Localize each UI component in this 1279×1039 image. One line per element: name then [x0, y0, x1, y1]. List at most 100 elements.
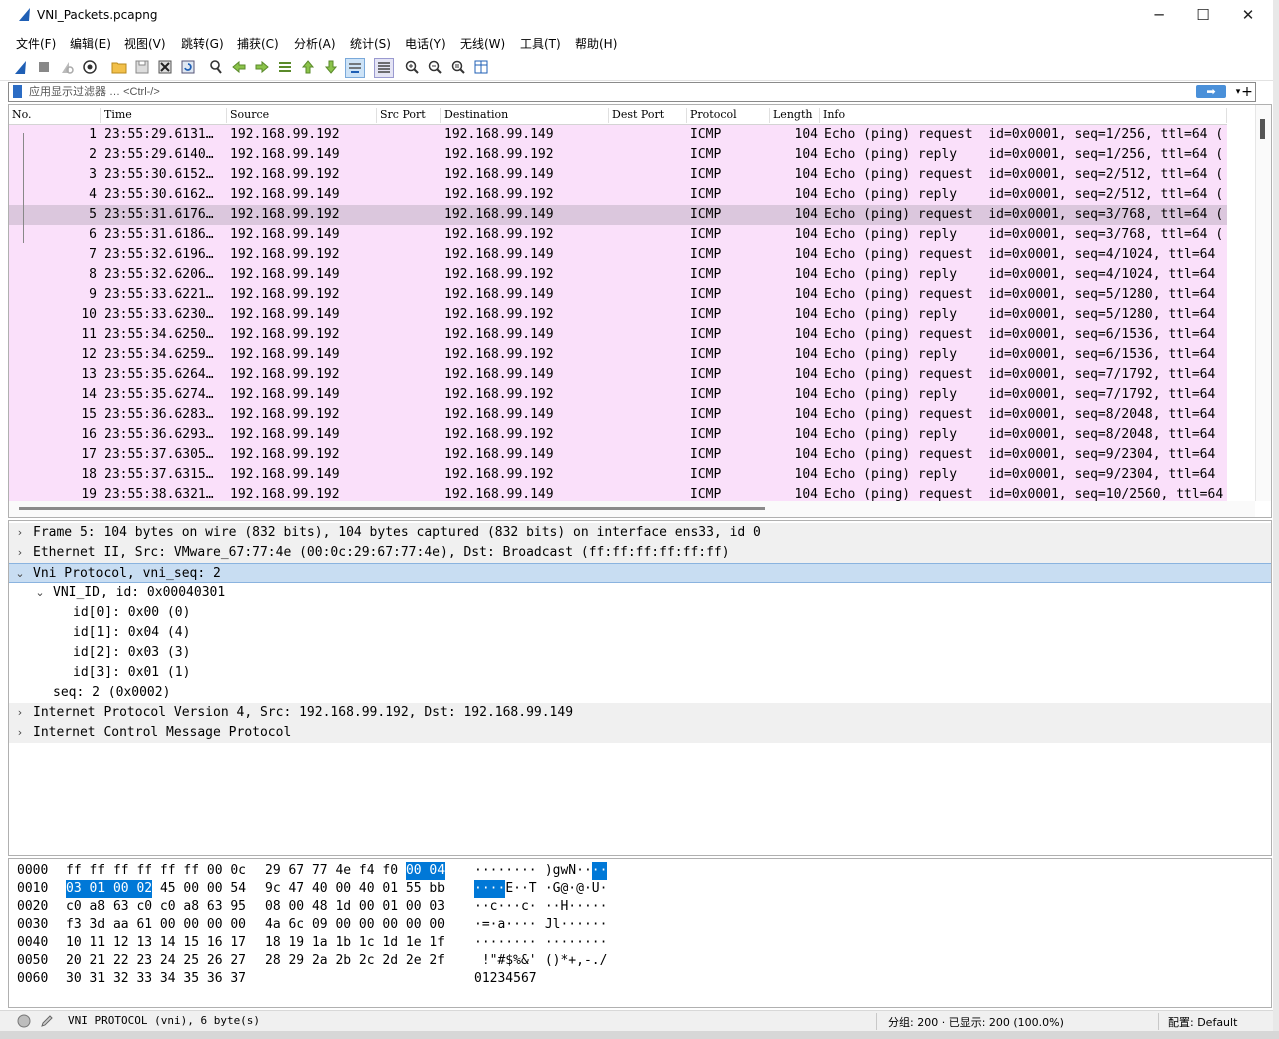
- add-filter-button[interactable]: +: [1240, 84, 1254, 100]
- stop-icon[interactable]: [35, 58, 53, 76]
- detail-row[interactable]: ⌄ Vni Protocol, vni_seq: 2: [9, 563, 1271, 583]
- menu-capture[interactable]: 捕获(C): [237, 35, 279, 52]
- apply-filter-button[interactable]: ➡: [1196, 85, 1226, 98]
- shark-start-icon[interactable]: [12, 58, 30, 76]
- resize-columns-icon[interactable]: [472, 58, 490, 76]
- bytes-ascii[interactable]: 01234567: [474, 970, 537, 988]
- bytes-hex[interactable]: 29 67 77 4e f4 f0: [265, 862, 398, 880]
- bytes-offset[interactable]: 0060: [17, 970, 48, 988]
- autoscroll-icon[interactable]: [345, 58, 365, 78]
- col-header-src-port[interactable]: Src Port: [377, 108, 441, 123]
- bytes-ascii[interactable]: ·G@·@·U·: [537, 880, 608, 898]
- detail-row[interactable]: › Ethernet II, Src: VMware_67:77:4e (00:0…: [9, 543, 1271, 563]
- packet-row[interactable]: 12 23:55:34.6259… 192.168.99.149 192.168.99…: [9, 345, 1227, 365]
- packet-row[interactable]: 2 23:55:29.6140… 192.168.99.149 192.168.99.…: [9, 145, 1227, 165]
- col-header-dest-port[interactable]: Dest Port: [609, 108, 687, 123]
- reload-icon[interactable]: [179, 58, 197, 76]
- bytes-ascii[interactable]: ()*+,-./: [537, 952, 608, 970]
- col-header-info[interactable]: Info: [820, 108, 1227, 123]
- packet-row[interactable]: 15 23:55:36.6283… 192.168.99.192 192.168.99…: [9, 405, 1227, 425]
- packet-list-vscroll-thumb[interactable]: [1260, 119, 1265, 139]
- menu-tools[interactable]: 工具(T): [520, 35, 561, 52]
- detail-row[interactable]: › Frame 5: 104 bytes on wire (832 bits), …: [9, 523, 1271, 543]
- bytes-offset[interactable]: 0010: [17, 880, 48, 898]
- open-folder-icon[interactable]: [110, 58, 128, 76]
- back-arrow-icon[interactable]: [230, 58, 248, 76]
- expand-arrow-icon[interactable]: ›: [14, 723, 26, 743]
- packet-row[interactable]: 17 23:55:37.6305… 192.168.99.192 192.168.99…: [9, 445, 1227, 465]
- col-header-length[interactable]: Length: [770, 108, 820, 123]
- bytes-offset[interactable]: 0020: [17, 898, 48, 916]
- menu-go[interactable]: 跳转(G): [181, 35, 224, 52]
- packet-row[interactable]: 1 23:55:29.6131… 192.168.99.192 192.168.99.…: [9, 125, 1227, 145]
- bytes-hex[interactable]: c0 a8 63 c0 c0 a8 63 95: [66, 898, 246, 916]
- packet-list-hscroll-thumb[interactable]: [19, 507, 765, 510]
- maximize-button[interactable]: ☐: [1180, 0, 1226, 30]
- forward-arrow-icon[interactable]: [253, 58, 271, 76]
- bytes-offset[interactable]: 0050: [17, 952, 48, 970]
- goto-packet-icon[interactable]: [276, 58, 294, 76]
- bytes-offset[interactable]: 0040: [17, 934, 48, 952]
- bytes-hex[interactable]: 18 19 1a 1b 1c 1d 1e 1f: [265, 934, 445, 952]
- menu-analyze[interactable]: 分析(A): [294, 35, 336, 52]
- bytes-hex-highlight[interactable]: 03 01 00 02: [66, 880, 153, 898]
- menu-file[interactable]: 文件(F): [16, 35, 56, 52]
- close-window-button[interactable]: ✕: [1225, 0, 1271, 30]
- detail-row[interactable]: › Internet Control Message Protocol: [9, 723, 1271, 743]
- bytes-ascii[interactable]: ········: [474, 934, 537, 952]
- bytes-offset[interactable]: 0030: [17, 916, 48, 934]
- filter-bookmark-icon[interactable]: [13, 85, 22, 98]
- bytes-ascii[interactable]: )gwN··: [537, 862, 592, 880]
- bytes-ascii[interactable]: ········: [537, 934, 608, 952]
- col-header-time[interactable]: Time: [101, 108, 227, 123]
- colorize-icon[interactable]: [374, 58, 394, 78]
- bytes-hex-highlight[interactable]: 00 04: [405, 862, 446, 880]
- close-file-icon[interactable]: [156, 58, 174, 76]
- bytes-hex[interactable]: 4a 6c 09 00 00 00 00 00: [265, 916, 445, 934]
- zoom-out-icon[interactable]: [426, 58, 444, 76]
- col-header-source[interactable]: Source: [227, 108, 377, 123]
- bytes-ascii-highlight[interactable]: ··: [591, 862, 608, 880]
- bytes-ascii[interactable]: !"#$%&': [474, 952, 537, 970]
- minimize-button[interactable]: ─: [1136, 0, 1182, 30]
- expand-arrow-icon[interactable]: ›: [14, 703, 26, 723]
- bytes-hex[interactable]: 10 11 12 13 14 15 16 17: [66, 934, 246, 952]
- packet-row[interactable]: 7 23:55:32.6196… 192.168.99.192 192.168.99.…: [9, 245, 1227, 265]
- bytes-ascii[interactable]: E··T: [505, 880, 536, 898]
- detail-row[interactable]: id[3]: 0x01 (1): [9, 663, 1271, 683]
- bytes-hex[interactable]: 9c 47 40 00 40 01 55 bb: [265, 880, 445, 898]
- bytes-hex[interactable]: 20 21 22 23 24 25 26 27: [66, 952, 246, 970]
- expand-arrow-icon[interactable]: ›: [14, 543, 26, 563]
- packet-row[interactable]: 18 23:55:37.6315… 192.168.99.149 192.168.99…: [9, 465, 1227, 485]
- bytes-ascii[interactable]: ··c···c·: [474, 898, 537, 916]
- restart-icon[interactable]: [58, 58, 76, 76]
- packet-row[interactable]: 16 23:55:36.6293… 192.168.99.149 192.168.99…: [9, 425, 1227, 445]
- col-header-protocol[interactable]: Protocol: [687, 108, 770, 123]
- packet-row[interactable]: 8 23:55:32.6206… 192.168.99.149 192.168.99.…: [9, 265, 1227, 285]
- bytes-ascii-highlight[interactable]: ····: [474, 880, 506, 898]
- bytes-ascii[interactable]: ········: [474, 862, 537, 880]
- menu-telephony[interactable]: 电话(Y): [405, 35, 446, 52]
- col-header-no[interactable]: No.: [9, 108, 101, 123]
- save-icon[interactable]: [133, 58, 151, 76]
- options-icon[interactable]: [81, 58, 99, 76]
- bytes-hex[interactable]: ff ff ff ff ff ff 00 0c: [66, 862, 246, 880]
- packet-row[interactable]: 9 23:55:33.6221… 192.168.99.192 192.168.99.…: [9, 285, 1227, 305]
- packet-row[interactable]: 13 23:55:35.6264… 192.168.99.192 192.168.99…: [9, 365, 1227, 385]
- zoom-reset-icon[interactable]: [449, 58, 467, 76]
- menu-statistics[interactable]: 统计(S): [350, 35, 391, 52]
- packet-list-vscroll[interactable]: [1255, 105, 1271, 501]
- packet-row[interactable]: 5 23:55:31.6176… 192.168.99.192 192.168.99.…: [9, 205, 1227, 225]
- packet-row[interactable]: 3 23:55:30.6152… 192.168.99.192 192.168.99.…: [9, 165, 1227, 185]
- detail-row[interactable]: ⌄ VNI_ID, id: 0x00040301: [9, 583, 1271, 603]
- collapse-arrow-icon[interactable]: ⌄: [34, 583, 46, 603]
- bytes-hex[interactable]: 45 00 00 54: [152, 880, 246, 898]
- col-header-destination[interactable]: Destination: [441, 108, 609, 123]
- detail-row[interactable]: id[0]: 0x00 (0): [9, 603, 1271, 623]
- packet-row[interactable]: 6 23:55:31.6186… 192.168.99.149 192.168.99.…: [9, 225, 1227, 245]
- status-profile[interactable]: 配置: Default: [1168, 1014, 1237, 1030]
- detail-row[interactable]: seq: 2 (0x0002): [9, 683, 1271, 703]
- expand-arrow-icon[interactable]: ›: [14, 523, 26, 543]
- packet-row[interactable]: 19 23:55:38.6321… 192.168.99.192 192.168.99…: [9, 485, 1227, 501]
- find-icon[interactable]: [207, 58, 225, 76]
